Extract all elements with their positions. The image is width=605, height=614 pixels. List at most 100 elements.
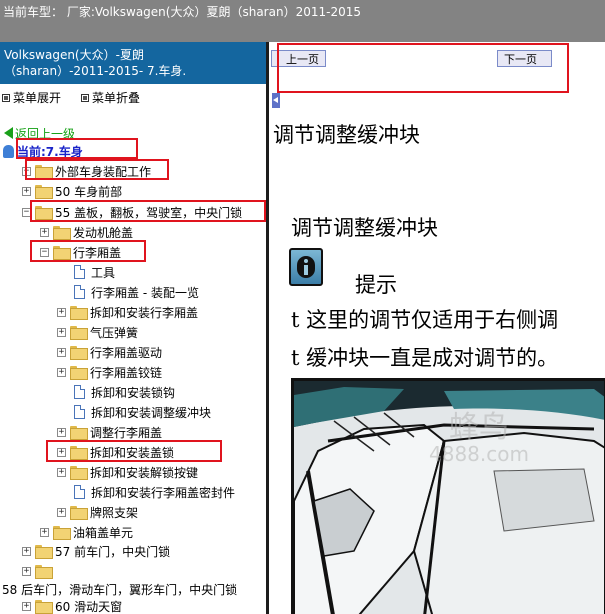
tree-node-label: 拆卸和安装调整缓冲块	[91, 405, 212, 420]
folder-icon	[70, 506, 88, 520]
tree-node-label: 行李厢盖铰链	[90, 365, 163, 380]
tree-node[interactable]: + 行李厢盖铰链	[57, 363, 162, 381]
expand-toggle-icon[interactable]: +	[57, 447, 66, 457]
tree-node[interactable]: − 行李厢盖	[40, 243, 121, 261]
folder-icon	[70, 306, 88, 320]
prev-page-button[interactable]: 上一页	[271, 50, 326, 108]
folder-icon	[70, 326, 88, 340]
info-icon	[289, 248, 323, 286]
menu-expand-button[interactable]: 菜单展开	[2, 89, 61, 106]
collapse-toggle-icon[interactable]: −	[22, 166, 31, 176]
tree-node[interactable]: + 拆卸和安装行李厢盖	[57, 303, 198, 321]
tree-node[interactable]: + 调整行李厢盖	[57, 423, 162, 441]
tree-node-label: 58 后车门，滑动车门，翼形车门，中央门锁	[2, 582, 238, 597]
document-view: 上一页 下一页 调节调整缓冲块 调节调整缓冲块 提示 t 这里的调节仅适用于右侧…	[269, 42, 605, 614]
tree-node-label: 拆卸和安装锁钩	[91, 385, 176, 400]
expand-toggle-icon[interactable]: +	[57, 427, 66, 437]
back-label: 返回上一级	[15, 126, 76, 141]
sidebar-heading-line1: Volkswagen(大众）-夏朗	[4, 48, 144, 62]
tree-node-label: 55 盖板，翻板，驾驶室，中央门锁	[55, 205, 243, 220]
tree-node-label: 工具	[91, 265, 116, 280]
tree-node[interactable]: + 50 车身前部	[22, 182, 122, 200]
folder-icon	[35, 185, 53, 199]
tree-node[interactable]: + 57 前车门，中央门锁	[22, 542, 170, 560]
prev-page-label: 上一页	[286, 52, 319, 66]
tree-node-label: 拆卸和安装盖锁	[90, 445, 175, 460]
expand-toggle-icon[interactable]: +	[57, 307, 66, 317]
tree-node[interactable]: + 牌照支架	[57, 503, 138, 521]
vehicle-title: 当前车型： 厂家:Volkswagen(大众）夏朗（sharan）2011-20…	[3, 5, 361, 19]
menu-expand-label: 菜单展开	[13, 91, 62, 105]
menu-collapse-button[interactable]: 菜单折叠	[81, 89, 140, 106]
document-subheading: 调节调整缓冲块	[291, 216, 438, 240]
expand-toggle-icon[interactable]: +	[57, 507, 66, 517]
tree-node-label: 60 滑动天窗	[55, 599, 123, 614]
sidebar-heading-line2: （sharan）-2011-2015- 7.车身.	[4, 64, 187, 78]
tree-node[interactable]: 拆卸和安装调整缓冲块	[72, 403, 211, 421]
folder-icon	[70, 366, 88, 380]
collapse-toggle-icon[interactable]: −	[40, 247, 49, 257]
tree-node[interactable]: + 气压弹簧	[57, 323, 138, 341]
tree-node[interactable]: + 行李厢盖驱动	[57, 343, 162, 361]
expand-toggle-icon[interactable]: +	[40, 227, 49, 237]
expand-toggle-icon[interactable]: +	[22, 186, 31, 196]
expand-toggle-icon[interactable]: +	[57, 367, 66, 377]
folder-icon	[53, 526, 71, 540]
tree-node-label: 调整行李厢盖	[90, 425, 163, 440]
sidebar-heading: Volkswagen(大众）-夏朗 （sharan）-2011-2015- 7.…	[0, 42, 266, 84]
collapse-icon	[81, 93, 89, 102]
tree-node[interactable]: + 拆卸和安装盖锁	[57, 443, 174, 461]
tree-node[interactable]: − 55 盖板，翻板，驾驶室，中央门锁	[22, 203, 242, 221]
tree-node[interactable]: 工具	[72, 263, 115, 281]
back-link[interactable]: 返回上一级	[0, 124, 75, 142]
document-heading: 调节调整缓冲块	[273, 123, 420, 147]
folder-icon	[53, 226, 71, 240]
folder-icon	[35, 565, 53, 579]
tree-node-label: 牌照支架	[90, 505, 139, 520]
folder-icon	[70, 446, 88, 460]
tree-node[interactable]: + 发动机舱盖	[40, 223, 133, 241]
expand-toggle-icon[interactable]: +	[22, 546, 31, 556]
vehicle-illustration	[291, 378, 605, 614]
sidebar: Volkswagen(大众）-夏朗 （sharan）-2011-2015- 7.…	[0, 42, 266, 614]
location-icon	[3, 144, 14, 158]
tree-node[interactable]: 行李厢盖 - 装配一览	[72, 283, 199, 301]
expand-toggle-icon[interactable]: +	[57, 327, 66, 337]
tree-node-label: 发动机舱盖	[73, 225, 134, 240]
folder-icon	[70, 346, 88, 360]
expand-toggle-icon[interactable]: +	[57, 347, 66, 357]
collapse-toggle-icon[interactable]: −	[22, 207, 31, 217]
tree-node[interactable]: + 拆卸和安装解锁按键	[57, 463, 198, 481]
folder-icon	[70, 466, 88, 480]
document-icon	[74, 385, 85, 399]
tree-node[interactable]: − 外部车身装配工作	[22, 162, 151, 180]
tree-node[interactable]: +	[22, 562, 55, 580]
expand-toggle-icon[interactable]: +	[40, 527, 49, 537]
arrow-left-icon	[272, 93, 280, 108]
tree-node-label: 外部车身装配工作	[55, 164, 152, 179]
tree-node-label: 50 车身前部	[55, 184, 123, 199]
current-node[interactable]: 当前:7.车身	[0, 142, 83, 160]
expand-toggle-icon[interactable]: +	[22, 601, 31, 611]
tree-node[interactable]: + 油箱盖单元	[40, 523, 133, 541]
expand-toggle-icon[interactable]: +	[57, 467, 66, 477]
tree-node[interactable]: + 60 滑动天窗	[22, 597, 122, 614]
expand-toggle-icon[interactable]: +	[22, 566, 31, 576]
title-bar: 当前车型： 厂家:Volkswagen(大众）夏朗（sharan）2011-20…	[0, 0, 605, 42]
folder-icon	[35, 545, 53, 559]
tree-node[interactable]: 拆卸和安装行李厢盖密封件	[72, 483, 235, 501]
document-icon	[74, 285, 85, 299]
next-page-button[interactable]: 下一页	[497, 50, 552, 67]
tree-node-label: 气压弹簧	[90, 325, 139, 340]
tailgate-drawing	[294, 381, 604, 614]
folder-icon	[35, 600, 53, 614]
tree-node-label: 拆卸和安装解锁按键	[90, 465, 199, 480]
tree-node-label: 行李厢盖驱动	[90, 345, 163, 360]
tree-node-label: 拆卸和安装行李厢盖密封件	[91, 485, 236, 500]
tree-node-label: 油箱盖单元	[73, 525, 134, 540]
tree-node-label: 行李厢盖 - 装配一览	[91, 285, 199, 300]
tree-node-label: 拆卸和安装行李厢盖	[90, 305, 199, 320]
tree-node[interactable]: 拆卸和安装锁钩	[72, 383, 175, 401]
back-arrow-icon	[4, 127, 13, 139]
tree-node[interactable]: 58 后车门，滑动车门，翼形车门，中央门锁	[2, 580, 237, 598]
